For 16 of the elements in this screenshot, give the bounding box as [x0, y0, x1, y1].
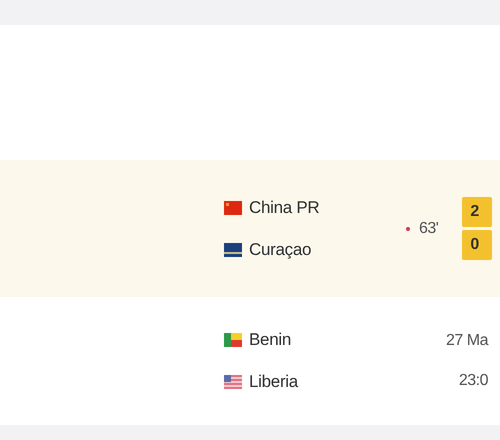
match-row[interactable]: China PR Curaçao 63' 2 0	[0, 160, 500, 297]
live-dot	[406, 226, 410, 230]
flag-icon	[224, 375, 242, 389]
flag-icon	[224, 200, 242, 214]
flag-icon	[224, 333, 242, 347]
match-time: 23:0	[458, 372, 488, 390]
match-date: 27 Ma	[446, 332, 488, 350]
match-row[interactable]: Benin Liberia 27 Ma 23:0	[0, 297, 500, 425]
team-name: Liberia	[249, 372, 298, 392]
team-name: China PR	[249, 198, 320, 218]
score: 0	[462, 230, 492, 260]
match-minute: 63'	[419, 220, 438, 238]
score: 2	[462, 197, 492, 227]
flag-icon	[224, 242, 242, 256]
team-name: Curaçao	[249, 240, 312, 260]
team-name: Benin	[249, 330, 291, 350]
